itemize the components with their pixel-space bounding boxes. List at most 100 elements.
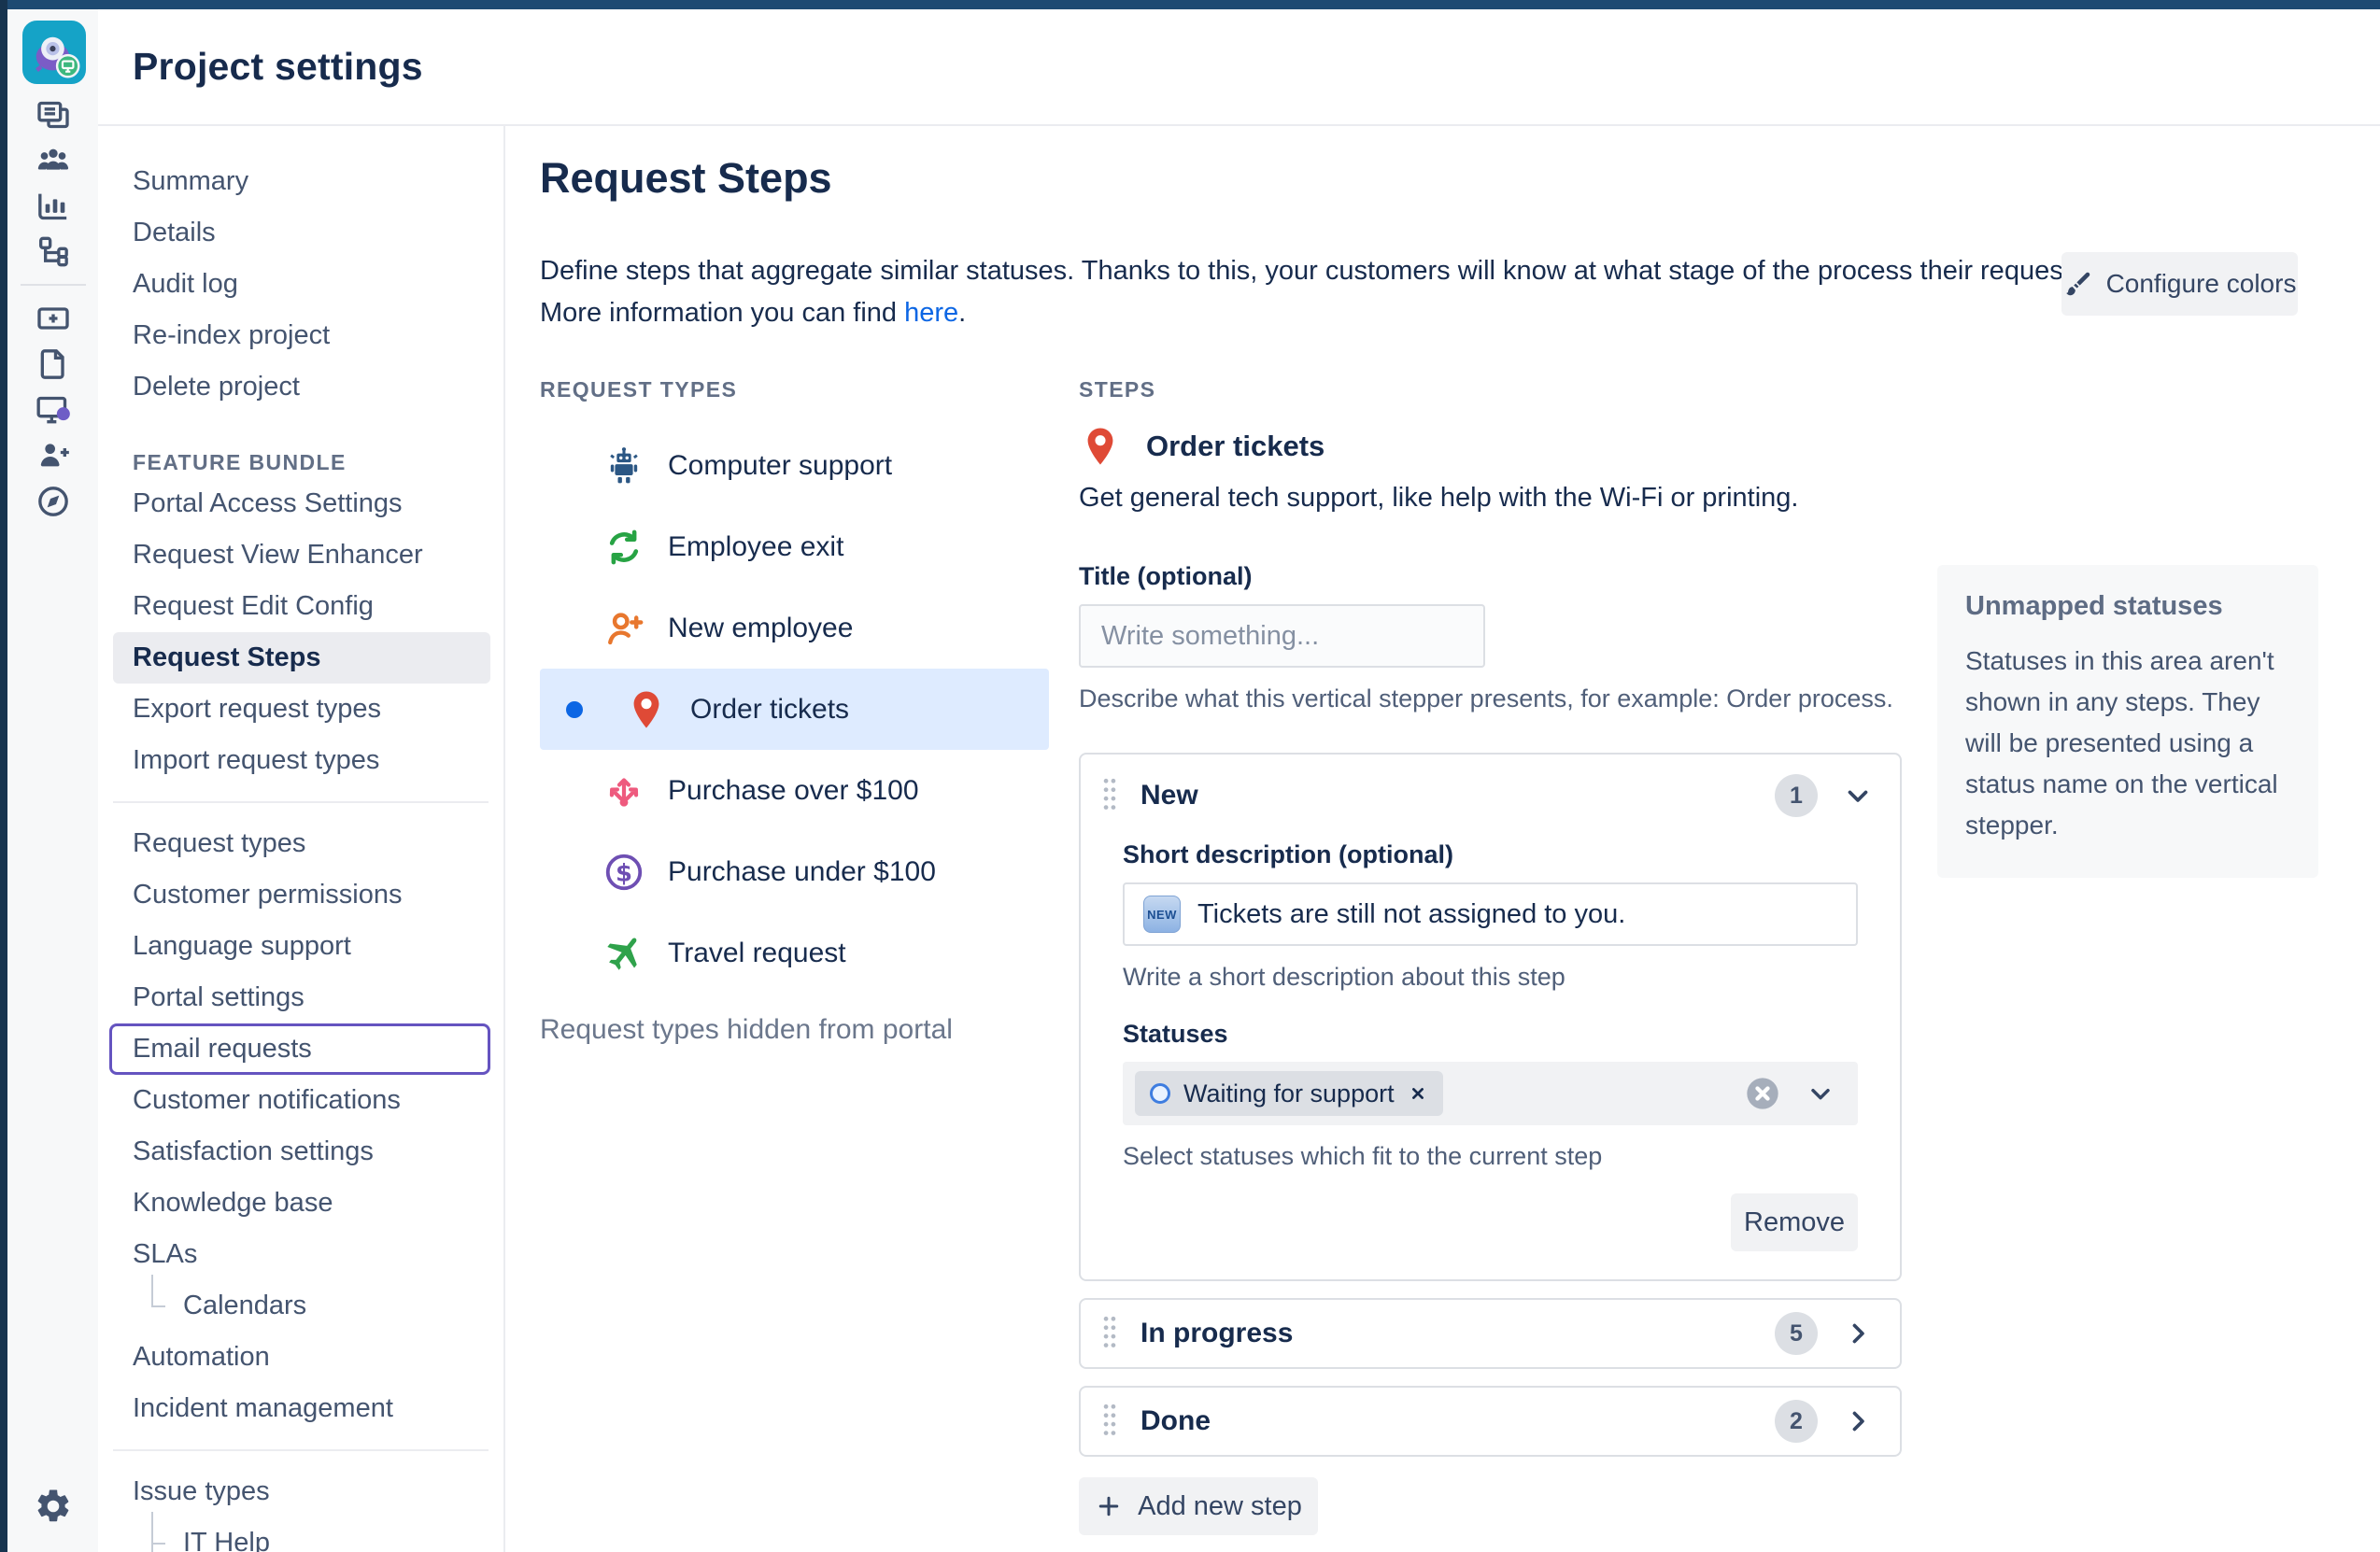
new-emoji-icon: NEW: [1143, 896, 1181, 933]
step-card-new-header[interactable]: New 1: [1081, 755, 1900, 837]
short-description-input[interactable]: NEW Tickets are still not assigned to yo…: [1123, 882, 1858, 946]
statuses-select[interactable]: Waiting for support: [1123, 1062, 1858, 1125]
gear-icon[interactable]: [7, 1487, 98, 1526]
window-top-bar: [0, 0, 2380, 9]
sidebar-item-it-help-label: IT Help: [183, 1528, 270, 1552]
paintbrush-icon: [2063, 269, 2093, 299]
add-card-icon[interactable]: [7, 295, 98, 341]
sidebar-item-customer-permissions[interactable]: Customer permissions: [98, 869, 503, 921]
steps-panel: STEPS Order tickets Get general tech sup…: [1079, 377, 1902, 1552]
chevron-down-icon[interactable]: [1806, 1079, 1835, 1108]
sidebar-item-request-view-enhancer[interactable]: Request View Enhancer: [98, 529, 503, 581]
sidebar-item-language-support[interactable]: Language support: [98, 921, 503, 972]
invite-person-icon[interactable]: [7, 432, 98, 478]
window-left-edge: [0, 0, 7, 1552]
sidebar-item-portal-access-settings[interactable]: Portal Access Settings: [98, 478, 503, 529]
queues-icon[interactable]: [7, 92, 98, 137]
request-type-purchase-over-100[interactable]: Purchase over $100: [540, 750, 1049, 831]
sidebar-item-incident-management[interactable]: Incident management: [98, 1383, 503, 1434]
chevron-down-icon[interactable]: [1842, 780, 1874, 811]
request-type-order-tickets[interactable]: Order tickets: [540, 669, 1049, 750]
customers-icon[interactable]: [7, 137, 98, 183]
steps-label: STEPS: [1079, 377, 1902, 402]
sidebar-item-reindex-project[interactable]: Re-index project: [98, 310, 503, 361]
sidebar-item-calendars-label: Calendars: [183, 1291, 306, 1321]
sidebar-item-delete-project[interactable]: Delete project: [98, 361, 503, 413]
sidebar-item-email-requests[interactable]: Email requests: [109, 1023, 490, 1075]
request-type-employee-exit[interactable]: Employee exit: [540, 506, 1049, 587]
step-card-done: Done 2: [1079, 1386, 1902, 1457]
sidebar-item-export-request-types[interactable]: Export request types: [98, 684, 503, 735]
settings-sidebar: Summary Details Audit log Re-index proje…: [98, 126, 505, 1552]
page-header-title: Project settings: [133, 45, 423, 89]
request-type-purchase-under-100[interactable]: $ Purchase under $100: [540, 831, 1049, 912]
add-new-step-button[interactable]: Add new step: [1079, 1477, 1318, 1535]
unmapped-statuses-panel: Unmapped statuses Statuses in this area …: [1937, 565, 2318, 878]
document-icon[interactable]: [7, 341, 98, 387]
sidebar-item-request-types[interactable]: Request types: [98, 818, 503, 869]
drag-handle-icon[interactable]: [1099, 1397, 1122, 1446]
configure-colors-button[interactable]: Configure colors: [2061, 252, 2298, 316]
page-title: Request Steps: [540, 154, 832, 203]
sidebar-item-import-request-types[interactable]: Import request types: [98, 735, 503, 786]
map-pin-icon: [1079, 425, 1122, 468]
robot-icon: [602, 444, 645, 487]
status-tag: Waiting for support: [1135, 1071, 1443, 1116]
step-card-in-progress-header[interactable]: In progress 5: [1081, 1300, 1900, 1367]
short-description-helper: Write a short description about this ste…: [1123, 963, 1858, 992]
discover-icon[interactable]: [7, 478, 98, 524]
sidebar-item-summary[interactable]: Summary: [98, 156, 503, 207]
title-input[interactable]: [1079, 604, 1485, 668]
clear-select-icon[interactable]: [1744, 1075, 1781, 1112]
sidebar-item-audit-log[interactable]: Audit log: [98, 259, 503, 310]
hidden-request-types-note[interactable]: Request types hidden from portal: [540, 1014, 1049, 1046]
sidebar-item-request-edit-config[interactable]: Request Edit Config: [98, 581, 503, 632]
page-header: Project settings: [98, 9, 2380, 126]
project-avatar[interactable]: [22, 21, 86, 84]
drag-handle-icon[interactable]: [1099, 1309, 1122, 1358]
remove-tag-icon[interactable]: [1408, 1083, 1428, 1104]
chevron-right-icon[interactable]: [1842, 1318, 1874, 1349]
sidebar-item-automation[interactable]: Automation: [98, 1332, 503, 1383]
status-tag-label: Waiting for support: [1183, 1079, 1395, 1108]
request-type-label: Employee exit: [668, 531, 843, 563]
drag-handle-icon[interactable]: [1099, 771, 1122, 820]
status-count-badge: 5: [1775, 1312, 1818, 1355]
sidebar-item-request-steps[interactable]: Request Steps: [113, 632, 490, 684]
title-field-helper: Describe what this vertical stepper pres…: [1079, 684, 1902, 713]
sidebar-item-issue-types[interactable]: Issue types: [98, 1466, 503, 1517]
remove-step-button[interactable]: Remove: [1731, 1193, 1858, 1251]
request-type-computer-support[interactable]: Computer support: [540, 425, 1049, 506]
unmapped-statuses-title: Unmapped statuses: [1965, 591, 2290, 622]
structure-icon[interactable]: [7, 229, 98, 275]
status-count-badge: 2: [1775, 1400, 1818, 1443]
chevron-right-icon[interactable]: [1842, 1405, 1874, 1437]
screen-share-icon[interactable]: [7, 387, 98, 432]
selected-request-type-name: Order tickets: [1146, 430, 1325, 463]
sidebar-divider: [113, 1449, 489, 1451]
step-card-done-header[interactable]: Done 2: [1081, 1388, 1900, 1455]
sidebar-item-satisfaction-settings[interactable]: Satisfaction settings: [98, 1126, 503, 1178]
tree-branch: [151, 1517, 170, 1552]
sidebar-item-customer-notifications[interactable]: Customer notifications: [98, 1075, 503, 1126]
sidebar-item-portal-settings[interactable]: Portal settings: [98, 972, 503, 1023]
request-type-travel-request[interactable]: Travel request: [540, 912, 1049, 994]
rail-divider: [21, 284, 86, 286]
tree-elbow: [151, 1280, 170, 1332]
request-type-label: Purchase over $100: [668, 775, 919, 807]
sidebar-item-knowledge-base[interactable]: Knowledge base: [98, 1178, 503, 1229]
step-card-new-body: Short description (optional) NEW Tickets…: [1081, 840, 1900, 1279]
sidebar-item-it-help[interactable]: IT Help: [98, 1517, 503, 1552]
request-type-label: Order tickets: [690, 694, 849, 726]
request-type-new-employee[interactable]: New employee: [540, 587, 1049, 669]
sidebar-item-details[interactable]: Details: [98, 207, 503, 259]
request-types-panel: REQUEST TYPES Computer support: [540, 377, 1049, 1046]
here-link[interactable]: here: [904, 298, 958, 328]
sidebar-item-calendars[interactable]: Calendars: [98, 1280, 503, 1332]
page-description-line1: Define steps that aggregate similar stat…: [540, 250, 2105, 292]
page-description: Define steps that aggregate similar stat…: [540, 250, 2105, 334]
reports-icon[interactable]: [7, 183, 98, 229]
sidebar-item-slas[interactable]: SLAs: [98, 1229, 503, 1280]
step-name: New: [1140, 780, 1775, 811]
step-card-new: New 1 Short description (optional) NEW T…: [1079, 753, 1902, 1281]
